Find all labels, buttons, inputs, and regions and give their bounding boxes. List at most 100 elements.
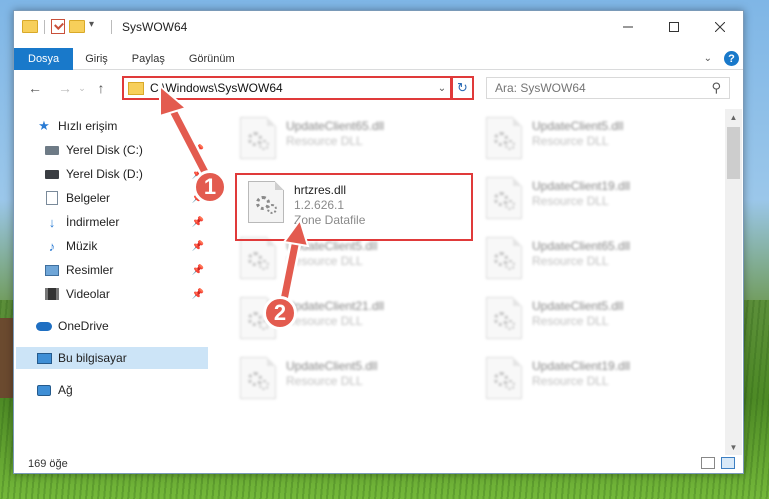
- new-folder-icon[interactable]: [69, 20, 85, 33]
- dll-file-icon: [486, 297, 522, 339]
- refresh-button[interactable]: ↻: [452, 76, 474, 100]
- music-icon: ♪: [48, 238, 56, 254]
- file-item[interactable]: UpdateClient5.dll Resource DLL: [486, 117, 706, 165]
- file-type: Zone Datafile: [294, 213, 366, 227]
- file-name: UpdateClient65.dll: [532, 239, 631, 253]
- file-type: Resource DLL: [532, 374, 609, 388]
- separator: [111, 19, 112, 34]
- tab-file[interactable]: Dosya: [14, 47, 74, 70]
- separator: [44, 19, 45, 34]
- details-view-icon[interactable]: [701, 457, 715, 469]
- step-2-badge: 2: [263, 296, 297, 330]
- folder-icon: [22, 20, 38, 33]
- search-box[interactable]: ⚲: [486, 77, 730, 99]
- address-path[interactable]: C:\Windows\SysWOW64: [150, 81, 434, 95]
- file-item[interactable]: UpdateClient19.dll Resource DLL: [486, 357, 706, 405]
- file-item[interactable]: UpdateClient5.dll Resource DLL: [240, 357, 460, 405]
- tiles-view-icon[interactable]: [721, 457, 735, 469]
- scroll-up-icon[interactable]: ▲: [725, 109, 742, 125]
- pin-icon[interactable]: 📌: [192, 217, 204, 228]
- window-controls: [605, 11, 743, 42]
- network-icon: [36, 383, 52, 397]
- tab-share[interactable]: Paylaş: [120, 48, 177, 70]
- address-bar[interactable]: C:\Windows\SysWOW64 ⌄: [122, 76, 452, 100]
- sidebar-item-onedrive[interactable]: OneDrive: [36, 315, 208, 337]
- file-item[interactable]: UpdateClient19.dll Resource DLL: [486, 177, 706, 225]
- file-name: UpdateClient65.dll: [286, 119, 385, 133]
- pin-icon[interactable]: 📌: [192, 289, 204, 300]
- file-item-hrtzres[interactable]: hrtzres.dll 1.2.626.1 Zone Datafile: [248, 181, 468, 229]
- file-item[interactable]: UpdateClient65.dll Resource DLL: [240, 117, 460, 165]
- ribbon-right-controls: ⌄ ?: [704, 51, 739, 66]
- file-type: Resource DLL: [532, 254, 609, 268]
- file-item[interactable]: UpdateClient5.dll Resource DLL: [486, 297, 706, 345]
- back-arrow-icon[interactable]: ←: [24, 77, 46, 99]
- sidebar-item-label: İndirmeler: [66, 215, 120, 229]
- drive-icon: [44, 143, 60, 157]
- file-type: Resource DLL: [532, 194, 609, 208]
- dll-file-icon: [486, 177, 522, 219]
- help-icon[interactable]: ?: [724, 51, 739, 66]
- minimize-button[interactable]: [605, 11, 651, 42]
- vertical-scrollbar[interactable]: ▲ ▼: [725, 109, 742, 455]
- quick-access-toolbar: ▾: [14, 11, 114, 42]
- computer-icon: [36, 351, 52, 365]
- chevron-down-icon[interactable]: ⌄: [434, 83, 450, 94]
- sidebar-item-label: Müzik: [66, 239, 98, 253]
- file-version: 1.2.626.1: [294, 198, 345, 212]
- dll-file-icon: [240, 117, 276, 159]
- sidebar-item-label: Bu bilgisayar: [58, 351, 127, 365]
- download-icon: ↓: [48, 214, 56, 230]
- sidebar-item-local-disk-d[interactable]: Yerel Disk (D:) 📌: [44, 163, 208, 185]
- file-item[interactable]: UpdateClient65.dll Resource DLL: [486, 237, 706, 285]
- file-explorer-window: ▾ SysWOW64 Dosya Giriş Paylaş Görünüm ⌄ …: [13, 10, 744, 474]
- sidebar-item-downloads[interactable]: ↓ İndirmeler 📌: [44, 211, 208, 233]
- file-name: UpdateClient19.dll: [532, 179, 631, 193]
- minimize-icon: [623, 26, 633, 27]
- sidebar-item-documents[interactable]: Belgeler 📌: [44, 187, 208, 209]
- recent-locations-icon[interactable]: ⌄: [76, 77, 88, 99]
- videos-icon: [44, 287, 60, 301]
- customize-toolbar-icon[interactable]: ▾: [89, 19, 105, 35]
- tab-view[interactable]: Görünüm: [177, 48, 247, 70]
- maximize-icon: [669, 21, 679, 32]
- navigation-pane: ★ Hızlı erişim Yerel Disk (C:) 📌 Yerel D…: [14, 111, 210, 451]
- file-type: Resource DLL: [286, 314, 363, 328]
- file-type: Resource DLL: [286, 374, 363, 388]
- file-type: Resource DLL: [532, 134, 609, 148]
- sidebar-item-label: Videolar: [66, 287, 110, 301]
- file-item[interactable]: UpdateClient5.dll Resource DLL: [240, 237, 460, 285]
- sidebar-item-quick-access[interactable]: ★ Hızlı erişim: [36, 115, 208, 137]
- pin-icon[interactable]: 📌: [192, 241, 204, 252]
- dll-file-icon: [486, 117, 522, 159]
- folder-icon: [128, 81, 144, 95]
- file-name: hrtzres.dll: [294, 183, 347, 197]
- expand-ribbon-icon[interactable]: ⌄: [704, 53, 712, 64]
- file-list: UpdateClient65.dll Resource DLL UpdateCli…: [224, 109, 724, 455]
- refresh-icon: ↻: [457, 80, 468, 95]
- tab-home[interactable]: Giriş: [73, 48, 120, 70]
- close-button[interactable]: [697, 11, 743, 42]
- sidebar-item-network[interactable]: Ağ: [36, 379, 208, 401]
- properties-icon[interactable]: [51, 19, 65, 34]
- sidebar-item-pictures[interactable]: Resimler 📌: [44, 259, 208, 281]
- sidebar-item-this-pc[interactable]: Bu bilgisayar: [16, 347, 208, 369]
- forward-arrow-icon[interactable]: →: [54, 77, 76, 99]
- pin-icon[interactable]: 📌: [192, 145, 204, 156]
- sidebar-item-label: Yerel Disk (D:): [66, 167, 143, 181]
- search-input[interactable]: [495, 81, 712, 95]
- view-toggle: [701, 457, 735, 469]
- sidebar-item-videos[interactable]: Videolar 📌: [44, 283, 208, 305]
- sidebar-item-local-disk-c[interactable]: Yerel Disk (C:) 📌: [44, 139, 208, 161]
- file-type: Resource DLL: [532, 314, 609, 328]
- pictures-icon: [44, 263, 60, 277]
- scroll-thumb[interactable]: [727, 127, 740, 179]
- search-icon[interactable]: ⚲: [711, 80, 721, 96]
- up-arrow-icon[interactable]: ↑: [90, 77, 112, 99]
- pin-icon[interactable]: 📌: [192, 265, 204, 276]
- dll-file-icon: [486, 357, 522, 399]
- sidebar-item-music[interactable]: ♪ Müzik 📌: [44, 235, 208, 257]
- title-bar: ▾ SysWOW64: [14, 11, 743, 42]
- maximize-button[interactable]: [651, 11, 697, 42]
- file-name: UpdateClient21.dll: [286, 299, 385, 313]
